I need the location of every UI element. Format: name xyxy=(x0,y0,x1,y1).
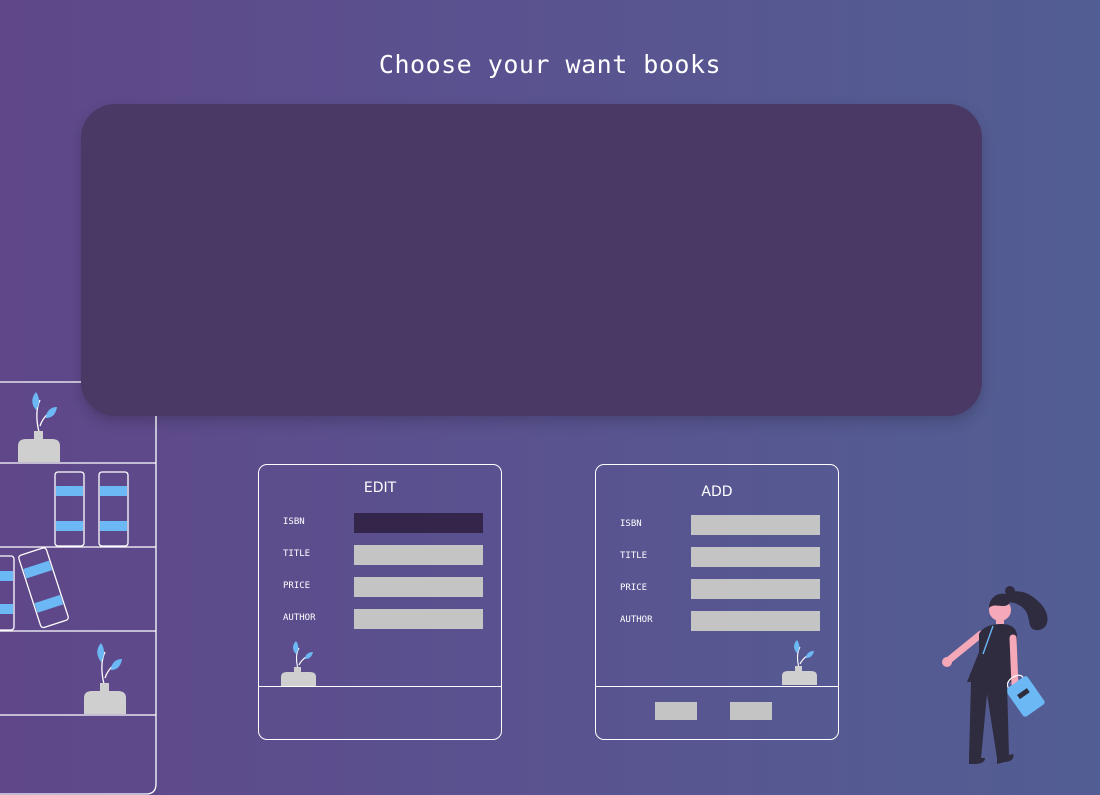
add-title-label: TITLE xyxy=(620,551,648,561)
add-isbn-input[interactable] xyxy=(691,515,820,535)
edit-price-label: PRICE xyxy=(283,581,311,591)
plant-vase-icon xyxy=(782,640,817,685)
page-title: Choose your want books xyxy=(378,50,722,79)
bookshelf-illustration xyxy=(0,381,157,795)
add-author-input[interactable] xyxy=(691,611,820,631)
add-price-input[interactable] xyxy=(691,579,820,599)
add-title-input[interactable] xyxy=(691,547,820,567)
edit-author-input[interactable] xyxy=(354,609,483,629)
add-author-label: AUTHOR xyxy=(620,615,653,625)
plant-vase-icon xyxy=(281,641,316,686)
add-form-title: ADD xyxy=(701,484,733,500)
edit-title-label: TITLE xyxy=(283,549,311,559)
edit-isbn-input[interactable] xyxy=(354,513,483,533)
edit-form-card: EDIT ISBN TITLE PRICE AUTHOR xyxy=(258,464,502,740)
plant-vase-icon xyxy=(84,643,126,714)
edit-form-title: EDIT xyxy=(363,480,397,496)
edit-isbn-label: ISBN xyxy=(283,517,305,527)
book-display-panel xyxy=(81,104,982,416)
add-form-card: ADD ISBN TITLE PRICE AUTHOR xyxy=(595,464,839,740)
add-card-divider xyxy=(596,686,838,687)
add-isbn-label: ISBN xyxy=(620,519,642,529)
plant-vase-icon xyxy=(18,392,60,462)
edit-card-divider xyxy=(259,686,501,687)
edit-price-input[interactable] xyxy=(354,577,483,597)
woman-with-book-illustration xyxy=(942,586,1048,764)
edit-title-input[interactable] xyxy=(354,545,483,565)
edit-author-label: AUTHOR xyxy=(283,613,316,623)
add-submit-button[interactable] xyxy=(655,702,697,720)
add-price-label: PRICE xyxy=(620,583,648,593)
add-reset-button[interactable] xyxy=(730,702,772,720)
